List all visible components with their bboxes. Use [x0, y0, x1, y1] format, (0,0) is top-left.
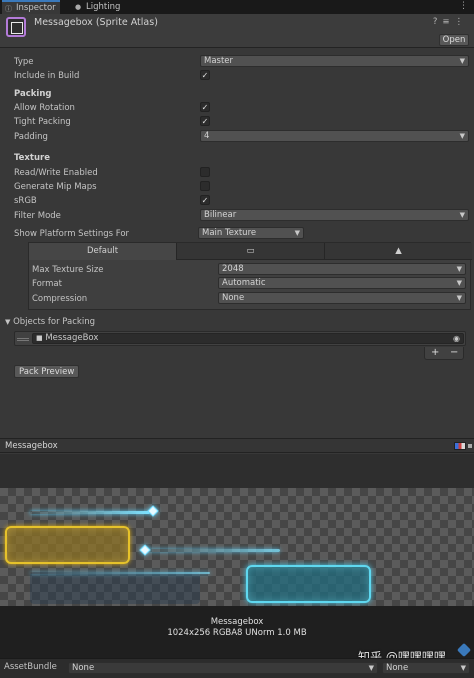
texture-section-header: Texture [14, 153, 50, 163]
preview-header: Messagebox [0, 438, 474, 453]
type-value: Master [204, 56, 234, 66]
monitor-icon: ▭ [246, 246, 255, 256]
tab-inspector[interactable]: ⓘ Inspector [2, 0, 60, 14]
chevron-down-icon: ▼ [456, 294, 462, 302]
compression-label: Compression [32, 294, 88, 304]
drag-handle-icon[interactable] [17, 338, 29, 341]
dark-frame-graphic [30, 572, 200, 604]
asset-bundle-bar: AssetBundle None ▼ None ▼ [0, 658, 474, 678]
padding-dropdown[interactable]: 4 ▼ [200, 130, 469, 142]
format-label: Format [32, 279, 62, 289]
folder-icon: ■ [36, 334, 43, 342]
tab-lighting[interactable]: ● Lighting [72, 0, 130, 14]
chevron-down-icon: ▼ [368, 664, 374, 672]
chevron-down-icon: ▼ [294, 229, 300, 237]
help-icon[interactable]: ? [433, 17, 443, 27]
preset-icon[interactable]: ≡ [442, 17, 454, 27]
tab-lighting-label: Lighting [86, 2, 121, 12]
rgb-channel-icon[interactable] [454, 442, 466, 450]
srgb-label: sRGB [14, 196, 37, 206]
info-icon: ⓘ [5, 5, 12, 13]
chevron-down-icon: ▼ [459, 57, 465, 65]
object-field-value: MessageBox [45, 333, 99, 343]
slider-bar-graphic [30, 511, 150, 514]
read-write-label: Read/Write Enabled [14, 168, 98, 178]
chevron-down-icon: ▼ [459, 211, 465, 219]
tight-packing-label: Tight Packing [14, 117, 71, 127]
asset-bundle-variant-value: None [386, 663, 409, 673]
platform-settings-dropdown[interactable]: Main Texture ▼ [198, 227, 304, 239]
compression-dropdown[interactable]: None ▼ [218, 292, 466, 304]
type-dropdown[interactable]: Master ▼ [200, 55, 469, 67]
tight-packing-checkbox[interactable]: ✓ [200, 116, 210, 126]
pack-preview-button[interactable]: Pack Preview [14, 365, 80, 378]
tab-default-platform[interactable]: Default [29, 243, 177, 260]
preview-toolbar-area [0, 454, 474, 488]
format-value: Automatic [222, 278, 266, 288]
thin-line-graphic [30, 572, 210, 574]
preview-asset-info: 1024x256 RGBA8 UNorm 1.0 MB [167, 628, 307, 638]
srgb-checkbox[interactable]: ✓ [200, 195, 210, 205]
yellow-frame-graphic [5, 526, 130, 564]
asset-bundle-value: None [72, 663, 95, 673]
platform-settings-value: Main Texture [202, 228, 257, 238]
object-field[interactable]: ■ MessageBox ◉ [32, 333, 464, 344]
type-label: Type [14, 57, 34, 67]
max-texture-size-label: Max Texture Size [32, 265, 104, 275]
padding-value: 4 [204, 131, 210, 141]
format-dropdown[interactable]: Automatic ▼ [218, 277, 466, 289]
read-write-checkbox[interactable] [200, 167, 210, 177]
slider-bar-graphic-2 [150, 549, 280, 552]
filter-mode-dropdown[interactable]: Bilinear ▼ [200, 209, 469, 221]
asset-bundle-dropdown[interactable]: None ▼ [68, 662, 378, 674]
open-button[interactable]: Open [439, 34, 469, 46]
objects-for-packing-label: Objects for Packing [13, 317, 95, 327]
preview-asset-name: Messagebox [210, 617, 264, 627]
inspector-header: Messagebox (Sprite Atlas) ?≡⋮ Open [0, 14, 474, 48]
remove-item-button[interactable]: − [450, 347, 458, 359]
object-picker-icon[interactable]: ◉ [453, 334, 460, 343]
list-add-remove: + − [424, 347, 464, 360]
tab-standalone-platform[interactable]: ▭ [177, 243, 325, 260]
more-icon[interactable]: ⋮ [455, 17, 469, 27]
foldout-arrow-icon: ▼ [5, 318, 11, 326]
chevron-down-icon: ▼ [459, 132, 465, 140]
allow-rotation-checkbox[interactable]: ✓ [200, 102, 210, 112]
objects-list: ■ MessageBox ◉ [14, 331, 466, 346]
asset-title: Messagebox (Sprite Atlas) [34, 17, 158, 28]
generate-mip-maps-checkbox[interactable] [200, 181, 210, 191]
add-item-button[interactable]: + [431, 347, 439, 359]
allow-rotation-label: Allow Rotation [14, 103, 75, 113]
compression-value: None [222, 293, 245, 303]
header-icons: ?≡⋮ [433, 17, 468, 27]
tab-inspector-label: Inspector [16, 3, 56, 13]
padding-label: Padding [14, 132, 48, 142]
include-in-build-checkbox[interactable]: ✓ [200, 70, 210, 80]
cyan-frame-graphic [246, 565, 371, 603]
sprite-atlas-icon [6, 17, 26, 37]
window-tab-bar: ⓘ Inspector ● Lighting ⋮ [0, 0, 474, 14]
max-texture-size-value: 2048 [222, 264, 244, 274]
filter-mode-value: Bilinear [204, 210, 237, 220]
include-in-build-label: Include in Build [14, 71, 80, 81]
packing-section-header: Packing [14, 89, 52, 99]
chevron-down-icon: ▼ [456, 279, 462, 287]
platform-settings-label: Show Platform Settings For [14, 229, 130, 239]
max-texture-size-dropdown[interactable]: 2048 ▼ [218, 263, 466, 275]
objects-for-packing-foldout[interactable]: ▼ Objects for Packing [5, 317, 95, 327]
bulb-icon: ● [75, 3, 82, 11]
android-icon: ▲ [395, 246, 402, 256]
chevron-down-icon: ▼ [460, 664, 466, 672]
window-menu-icon[interactable]: ⋮ [459, 1, 469, 11]
chevron-down-icon: ▼ [456, 265, 462, 273]
asset-bundle-variant-dropdown[interactable]: None ▼ [382, 662, 470, 674]
filter-mode-label: Filter Mode [14, 211, 61, 221]
asset-bundle-label: AssetBundle [4, 662, 57, 672]
preview-title: Messagebox [5, 441, 58, 451]
generate-mip-maps-label: Generate Mip Maps [14, 182, 97, 192]
tab-android-platform[interactable]: ▲ [325, 243, 472, 260]
preview-options-icon[interactable] [468, 444, 472, 448]
